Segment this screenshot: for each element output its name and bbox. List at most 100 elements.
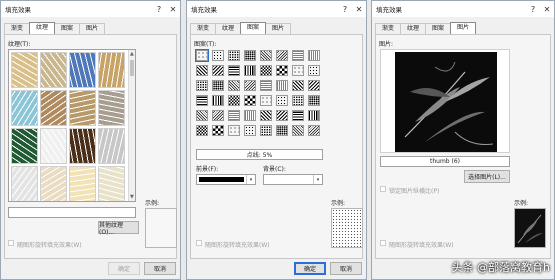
- tab-gradient[interactable]: 渐变: [190, 23, 217, 34]
- pattern-swatch[interactable]: [308, 50, 320, 61]
- pattern-swatch[interactable]: [292, 95, 304, 106]
- texture-swatch[interactable]: [40, 52, 67, 88]
- pattern-swatch[interactable]: [212, 125, 224, 136]
- texture-name-field[interactable]: [8, 207, 136, 218]
- ok-button[interactable]: 确定: [294, 262, 326, 275]
- texture-swatch[interactable]: [11, 90, 38, 126]
- texture-swatch[interactable]: [11, 166, 38, 201]
- help-button[interactable]: ?: [526, 2, 540, 16]
- select-picture-button[interactable]: 选择图片(L)...: [464, 170, 510, 183]
- pattern-swatch[interactable]: [212, 80, 224, 91]
- other-texture-button[interactable]: 其他纹理(O)...: [98, 221, 139, 236]
- pattern-swatch[interactable]: [196, 125, 208, 136]
- pattern-swatch[interactable]: [228, 65, 240, 76]
- pattern-swatch[interactable]: [244, 80, 256, 91]
- tab-pattern[interactable]: 图案: [54, 23, 81, 34]
- pattern-swatch[interactable]: [195, 49, 209, 62]
- pattern-swatch[interactable]: [260, 50, 272, 61]
- pattern-swatch[interactable]: [212, 110, 224, 121]
- texture-swatch[interactable]: [40, 90, 67, 126]
- tab-picture[interactable]: 图片: [265, 23, 292, 34]
- pattern-swatch[interactable]: [292, 110, 304, 121]
- tab-gradient[interactable]: 渐变: [375, 23, 402, 34]
- texture-swatch[interactable]: [98, 128, 125, 164]
- tab-picture[interactable]: 图片: [450, 22, 477, 34]
- texture-swatch[interactable]: [69, 52, 96, 88]
- pattern-swatch[interactable]: [308, 110, 320, 121]
- pattern-swatch[interactable]: [212, 65, 224, 76]
- pattern-swatch[interactable]: [308, 125, 320, 136]
- tab-pattern[interactable]: 图案: [240, 22, 267, 34]
- pattern-swatch[interactable]: [276, 95, 288, 106]
- close-button[interactable]: ✕: [166, 2, 180, 16]
- texture-swatch[interactable]: [40, 128, 67, 164]
- ok-button[interactable]: 确定: [108, 262, 140, 275]
- help-button[interactable]: ?: [338, 2, 352, 16]
- pattern-swatch[interactable]: [228, 125, 240, 136]
- texture-swatch[interactable]: [69, 90, 96, 126]
- pattern-swatch[interactable]: [292, 50, 304, 61]
- pattern-swatch[interactable]: [196, 95, 208, 106]
- texture-swatch[interactable]: [98, 52, 125, 88]
- pattern-swatch[interactable]: [196, 80, 208, 91]
- pattern-swatch[interactable]: [244, 95, 256, 106]
- pattern-swatch[interactable]: [292, 125, 304, 136]
- rotate-checkbox[interactable]: [380, 240, 386, 246]
- texture-swatch[interactable]: [98, 90, 125, 126]
- scroll-down-icon[interactable]: ▼: [130, 194, 134, 200]
- pattern-swatch[interactable]: [292, 80, 304, 91]
- chevron-down-icon[interactable]: ▾: [246, 175, 255, 184]
- pattern-swatch[interactable]: [276, 50, 288, 61]
- texture-swatch[interactable]: [69, 128, 96, 164]
- scroll-thumb[interactable]: [130, 60, 134, 76]
- texture-swatch[interactable]: [11, 128, 38, 164]
- help-button[interactable]: ?: [152, 2, 166, 16]
- close-button[interactable]: ✕: [540, 2, 554, 16]
- pattern-swatch[interactable]: [260, 110, 272, 121]
- lock-aspect-checkbox[interactable]: [380, 186, 386, 192]
- cancel-button[interactable]: 取消: [330, 262, 362, 275]
- pattern-swatch[interactable]: [308, 80, 320, 91]
- pattern-swatch[interactable]: [308, 95, 320, 106]
- pattern-swatch[interactable]: [228, 110, 240, 121]
- chevron-down-icon[interactable]: ▾: [313, 175, 322, 184]
- pattern-swatch[interactable]: [244, 125, 256, 136]
- background-color-dropdown[interactable]: ▾: [263, 174, 323, 185]
- pattern-swatch[interactable]: [228, 80, 240, 91]
- pattern-swatch[interactable]: [260, 65, 272, 76]
- pattern-swatch[interactable]: [276, 125, 288, 136]
- close-button[interactable]: ✕: [352, 2, 366, 16]
- pattern-swatch[interactable]: [276, 65, 288, 76]
- foreground-color-dropdown[interactable]: ▾: [196, 174, 256, 185]
- rotate-checkbox[interactable]: [8, 240, 14, 246]
- gallery-scrollbar[interactable]: ▲ ▼: [128, 50, 135, 201]
- rotate-checkbox[interactable]: [196, 240, 202, 246]
- pattern-swatch[interactable]: [196, 110, 208, 121]
- tab-picture[interactable]: 图片: [79, 23, 106, 34]
- pattern-swatch[interactable]: [228, 95, 240, 106]
- pattern-swatch[interactable]: [260, 95, 272, 106]
- pattern-swatch[interactable]: [244, 50, 256, 61]
- cancel-button[interactable]: 取消: [144, 262, 176, 275]
- pattern-swatch[interactable]: [260, 80, 272, 91]
- texture-swatch[interactable]: [69, 166, 96, 201]
- tab-texture[interactable]: 纹理: [215, 23, 242, 34]
- tab-texture[interactable]: 纹理: [400, 23, 427, 34]
- tab-texture[interactable]: 纹理: [29, 22, 56, 34]
- pattern-swatch[interactable]: [244, 110, 256, 121]
- texture-swatch[interactable]: [40, 166, 67, 201]
- pattern-swatch[interactable]: [212, 50, 224, 61]
- pattern-swatch[interactable]: [196, 65, 208, 76]
- texture-swatch[interactable]: [98, 166, 125, 201]
- texture-swatch[interactable]: [11, 52, 38, 88]
- pattern-swatch[interactable]: [276, 80, 288, 91]
- pattern-swatch[interactable]: [292, 65, 304, 76]
- scroll-up-icon[interactable]: ▲: [130, 51, 134, 57]
- tab-pattern[interactable]: 图案: [425, 23, 452, 34]
- pattern-swatch[interactable]: [212, 95, 224, 106]
- pattern-swatch[interactable]: [228, 50, 240, 61]
- pattern-swatch[interactable]: [260, 125, 272, 136]
- pattern-swatch[interactable]: [276, 110, 288, 121]
- pattern-swatch[interactable]: [308, 65, 320, 76]
- tab-gradient[interactable]: 渐变: [4, 23, 31, 34]
